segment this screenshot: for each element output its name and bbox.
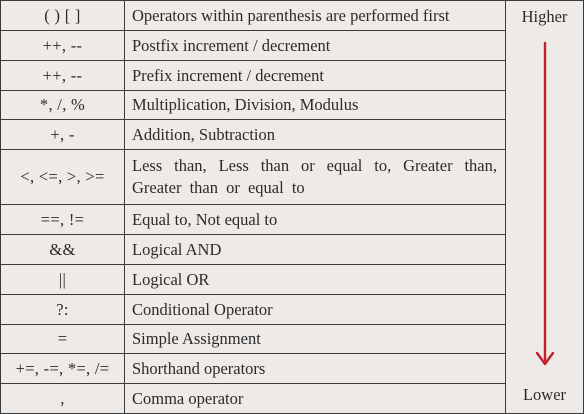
description-cell: Comma operator xyxy=(124,383,506,414)
table-row: ( ) [ ] Operators within parenthesis are… xyxy=(0,0,584,414)
operator-precedence-table-container: ( ) [ ] Operators within parenthesis are… xyxy=(0,0,584,414)
precedence-down-arrow-icon xyxy=(535,41,555,366)
operator-cell: && xyxy=(0,234,125,265)
table-row: ++, -- Prefix increment / decrement xyxy=(0,60,584,91)
description-cell: Prefix increment / decrement xyxy=(124,60,506,91)
operator-cell: *, /, % xyxy=(0,90,125,120)
precedence-column: Higher Lower xyxy=(505,0,584,414)
operator-cell: +, - xyxy=(0,119,125,150)
description-cell: Less than, Less than or equal to, Greate… xyxy=(124,149,506,205)
description-cell: Logical AND xyxy=(124,234,506,265)
description-cell: Postfix increment / decrement xyxy=(124,30,506,61)
table-row: ?: Conditional Operator xyxy=(0,294,584,325)
description-cell: Addition, Subtraction xyxy=(124,119,506,150)
operator-cell: <, <=, >, >= xyxy=(0,149,125,205)
operator-cell: ?: xyxy=(0,294,125,325)
operator-cell: +=, -=, *=, /= xyxy=(0,353,125,384)
description-line-2: Greater than or equal to xyxy=(132,178,305,197)
description-cell: Equal to, Not equal to xyxy=(124,204,506,235)
description-cell: Shorthand operators xyxy=(124,353,506,384)
operator-cell: ++, -- xyxy=(0,60,125,91)
operator-cell: ( ) [ ] xyxy=(0,0,125,31)
table-row: +, - Addition, Subtraction xyxy=(0,119,584,150)
table-row: && Logical AND xyxy=(0,234,584,265)
description-cell: Operators within parenthesis are perform… xyxy=(124,0,506,31)
table-row: = Simple Assignment xyxy=(0,324,584,354)
table-row: +=, -=, *=, /= Shorthand operators xyxy=(0,353,584,384)
operator-cell: ++, -- xyxy=(0,30,125,61)
table-row: ++, -- Postfix increment / decrement xyxy=(0,30,584,61)
operator-cell: = xyxy=(0,324,125,354)
description-line-1: Less than, Less than or equal to, Greate… xyxy=(132,156,497,175)
description-cell: Simple Assignment xyxy=(124,324,506,354)
table-row: ==, != Equal to, Not equal to xyxy=(0,204,584,235)
precedence-lower-label: Lower xyxy=(522,385,567,404)
operator-cell: || xyxy=(0,264,125,295)
table-row: , Comma operator xyxy=(0,383,584,414)
table-row: || Logical OR xyxy=(0,264,584,295)
operator-cell: ==, != xyxy=(0,204,125,235)
table-row: <, <=, >, >= Less than, Less than or equ… xyxy=(0,149,584,205)
description-cell: Logical OR xyxy=(124,264,506,295)
description-cell: Conditional Operator xyxy=(124,294,506,325)
table-row: *, /, % Multiplication, Division, Modulu… xyxy=(0,90,584,120)
operator-precedence-table: ( ) [ ] Operators within parenthesis are… xyxy=(0,0,584,414)
operator-cell: , xyxy=(0,383,125,414)
description-cell: Multiplication, Division, Modulus xyxy=(124,90,506,120)
